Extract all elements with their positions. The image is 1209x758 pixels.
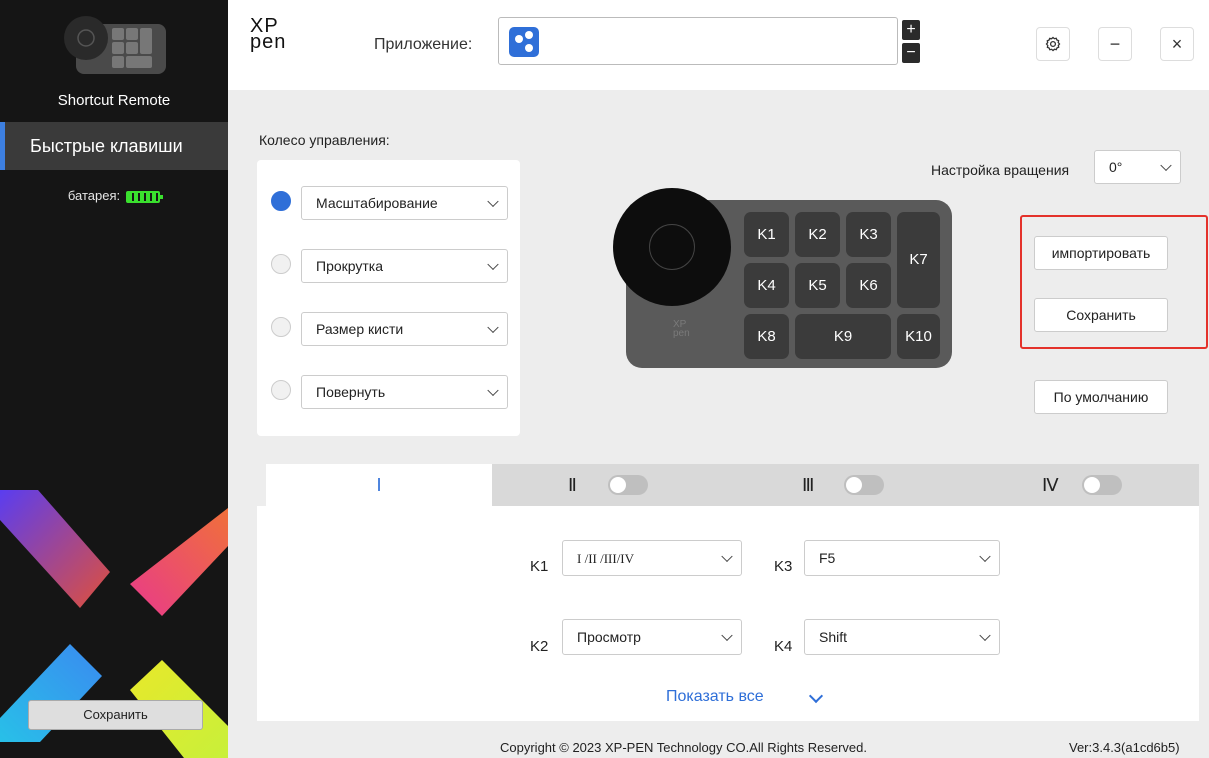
chevron-down-icon xyxy=(979,629,991,642)
device-name: Shortcut Remote xyxy=(57,92,171,109)
wheel-function-label-2: Прокрутка xyxy=(316,258,384,274)
wheel-radio-4[interactable] xyxy=(271,380,291,400)
device-key-k5[interactable]: K5 xyxy=(795,263,840,308)
key-function-value-k1: I /II /III/IV xyxy=(577,551,635,566)
device-key-k10[interactable]: K10 xyxy=(897,314,940,359)
battery-status: батарея: xyxy=(0,188,228,203)
tab-group-2-toggle[interactable] xyxy=(608,475,648,495)
device-logo: XP pen xyxy=(673,320,690,339)
control-wheel-panel: Масштабирование Прокрутка Размер кисти П… xyxy=(257,160,520,436)
key-label-k2: K2 xyxy=(530,638,549,655)
wheel-function-label-3: Размер кисти xyxy=(316,321,404,337)
settings-button[interactable] xyxy=(1036,27,1070,61)
device-key-k8[interactable]: K8 xyxy=(744,314,789,359)
tab-group-4[interactable]: Ⅳ xyxy=(1042,464,1059,506)
header: XP pen Приложение: + − − × xyxy=(228,0,1209,90)
key-function-dropdown-k4[interactable]: Shift xyxy=(804,619,1000,655)
application-selector[interactable] xyxy=(498,17,898,65)
main-content: Колесо управления: Масштабирование Прокр… xyxy=(228,90,1209,758)
tab-group-4-toggle[interactable] xyxy=(1082,475,1122,495)
tab-group-1-label: I xyxy=(376,475,382,495)
minimize-button[interactable]: − xyxy=(1098,27,1132,61)
remove-application-button[interactable]: − xyxy=(902,43,920,63)
control-dial[interactable] xyxy=(613,188,731,306)
chevron-down-icon xyxy=(487,258,499,271)
chevron-down-icon xyxy=(487,195,499,208)
wheel-function-dropdown-2[interactable]: Прокрутка xyxy=(301,249,508,283)
key-function-value-k4: Shift xyxy=(819,629,848,645)
tab-group-4-label: Ⅳ xyxy=(1042,475,1059,495)
key-label-k3: K3 xyxy=(774,558,793,575)
wheel-function-dropdown-4[interactable]: Повернуть xyxy=(301,375,508,409)
tab-group-3[interactable]: Ⅲ xyxy=(802,464,814,506)
tab-group-3-toggle[interactable] xyxy=(844,475,884,495)
show-all-link[interactable]: Показать все xyxy=(666,688,764,706)
control-wheel-title: Колесо управления: xyxy=(259,132,390,148)
all-apps-icon[interactable] xyxy=(509,27,539,57)
wheel-radio-1[interactable] xyxy=(271,191,291,211)
default-button[interactable]: По умолчанию xyxy=(1034,380,1168,414)
rotation-value: 0° xyxy=(1109,159,1123,175)
wheel-function-dropdown-3[interactable]: Размер кисти xyxy=(301,312,508,346)
key-label-k1: K1 xyxy=(530,558,549,575)
key-function-dropdown-k1[interactable]: I /II /III/IV xyxy=(562,540,742,576)
device-key-k9[interactable]: K9 xyxy=(795,314,891,359)
sidebar-save-button[interactable]: Сохранить xyxy=(28,700,203,730)
wheel-function-label-1: Масштабирование xyxy=(316,195,438,211)
battery-icon xyxy=(126,190,164,203)
dial-center xyxy=(649,224,695,270)
key-group-tabs: I Ⅱ Ⅲ Ⅳ xyxy=(266,464,1199,506)
device-key-k4[interactable]: K4 xyxy=(744,263,789,308)
device-key-k6[interactable]: K6 xyxy=(846,263,891,308)
logo-line-2: pen xyxy=(250,31,287,53)
device-key-k7[interactable]: K7 xyxy=(897,212,940,308)
application-label: Приложение: xyxy=(374,36,473,53)
battery-label: батарея: xyxy=(67,188,121,203)
wheel-function-label-4: Повернуть xyxy=(316,384,386,400)
device-key-k3[interactable]: K3 xyxy=(846,212,891,257)
version-text: Ver:3.4.3(a1cd6b5) xyxy=(1069,740,1180,755)
tab-group-2-label: Ⅱ xyxy=(568,475,577,495)
tab-group-3-label: Ⅲ xyxy=(802,475,815,495)
key-function-value-k3: F5 xyxy=(819,550,836,566)
chevron-down-icon xyxy=(721,629,733,642)
key-label-k4: K4 xyxy=(774,638,793,655)
save-button[interactable]: Сохранить xyxy=(1034,298,1168,332)
wheel-function-dropdown-1[interactable]: Масштабирование xyxy=(301,186,508,220)
xp-pen-logo: XP pen xyxy=(250,16,287,53)
wheel-radio-3[interactable] xyxy=(271,317,291,337)
tab-group-1[interactable]: I xyxy=(266,464,492,506)
chevron-down-icon xyxy=(487,321,499,334)
device-key-k2[interactable]: K2 xyxy=(795,212,840,257)
wheel-radio-2[interactable] xyxy=(271,254,291,274)
device-thumbnail xyxy=(64,16,166,74)
tab-group-2[interactable]: Ⅱ xyxy=(568,464,577,506)
key-function-value-k2: Просмотр xyxy=(577,629,641,645)
rotation-setting-label: Настройка вращения xyxy=(931,162,1070,178)
sidebar-item-shortcut-keys[interactable]: Быстрые клавиши xyxy=(0,122,228,170)
device-logo-line-2: pen xyxy=(673,328,690,339)
key-function-dropdown-k2[interactable]: Просмотр xyxy=(562,619,742,655)
close-button[interactable]: × xyxy=(1160,27,1194,61)
add-application-button[interactable]: + xyxy=(902,20,920,40)
chevron-down-icon xyxy=(487,384,499,397)
chevron-down-icon xyxy=(1160,159,1172,172)
import-button[interactable]: импортировать xyxy=(1034,236,1168,270)
sidebar: Shortcut Remote Быстрые клавиши батарея:… xyxy=(0,0,228,758)
chevron-down-icon xyxy=(721,550,733,563)
gear-icon xyxy=(1045,36,1061,52)
key-function-dropdown-k3[interactable]: F5 xyxy=(804,540,1000,576)
rotation-dropdown[interactable]: 0° xyxy=(1094,150,1181,184)
device-key-k1[interactable]: K1 xyxy=(744,212,789,257)
copyright-text: Copyright © 2023 XP-PEN Technology CO.Al… xyxy=(500,740,868,755)
chevron-down-icon xyxy=(979,550,991,563)
